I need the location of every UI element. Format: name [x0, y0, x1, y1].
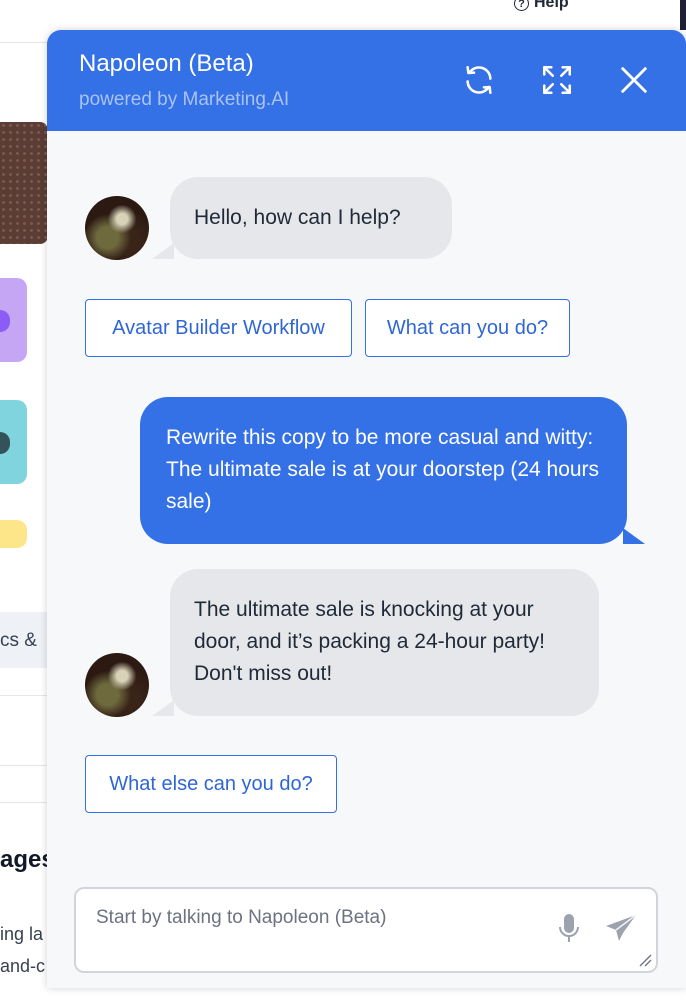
suggestion-chip[interactable]: What else can you do?	[85, 755, 337, 813]
background-heading: ages	[0, 846, 48, 873]
close-button[interactable]	[616, 62, 652, 98]
chat-input[interactable]	[94, 901, 538, 935]
divider	[0, 695, 48, 696]
chat-subtitle: powered by Marketing.AI	[79, 89, 290, 110]
expand-button[interactable]	[539, 62, 575, 98]
divider	[0, 765, 48, 766]
help-label: Help	[534, 0, 569, 11]
bot-avatar	[85, 196, 149, 260]
suggestion-chip[interactable]: What can you do?	[365, 299, 570, 357]
background-menu-item[interactable]: cs &	[0, 612, 48, 668]
bot-avatar	[85, 653, 149, 717]
expand-icon	[542, 65, 572, 95]
send-button[interactable]	[604, 913, 638, 948]
bot-message: The ultimate sale is knocking at your do…	[170, 569, 599, 716]
background-thumbnail	[0, 122, 48, 244]
window-edge	[680, 0, 686, 30]
close-icon	[621, 67, 647, 93]
send-icon	[606, 914, 637, 941]
microphone-button[interactable]	[558, 913, 580, 950]
chat-input-box	[74, 887, 658, 973]
bot-message: Hello, how can I help?	[170, 177, 452, 259]
suggestion-chip[interactable]: Avatar Builder Workflow	[85, 299, 352, 357]
resize-handle-icon[interactable]	[638, 953, 652, 967]
divider	[0, 802, 48, 803]
refresh-button[interactable]	[461, 62, 497, 98]
chat-header: Napoleon (Beta) powered by Marketing.AI	[47, 30, 686, 131]
help-link[interactable]: ? Help	[514, 0, 569, 12]
background-text: and-c	[0, 956, 46, 976]
background-tile-yellow[interactable]	[0, 520, 27, 548]
chat-title: Napoleon (Beta)	[79, 50, 254, 77]
refresh-icon	[466, 65, 492, 95]
background-text: ing la	[0, 924, 44, 944]
user-message: Rewrite this copy to be more casual and …	[140, 397, 627, 544]
chat-panel: Napoleon (Beta) powered by Marketing.AI …	[47, 30, 686, 988]
microphone-icon	[559, 914, 579, 942]
help-icon: ?	[514, 0, 529, 11]
